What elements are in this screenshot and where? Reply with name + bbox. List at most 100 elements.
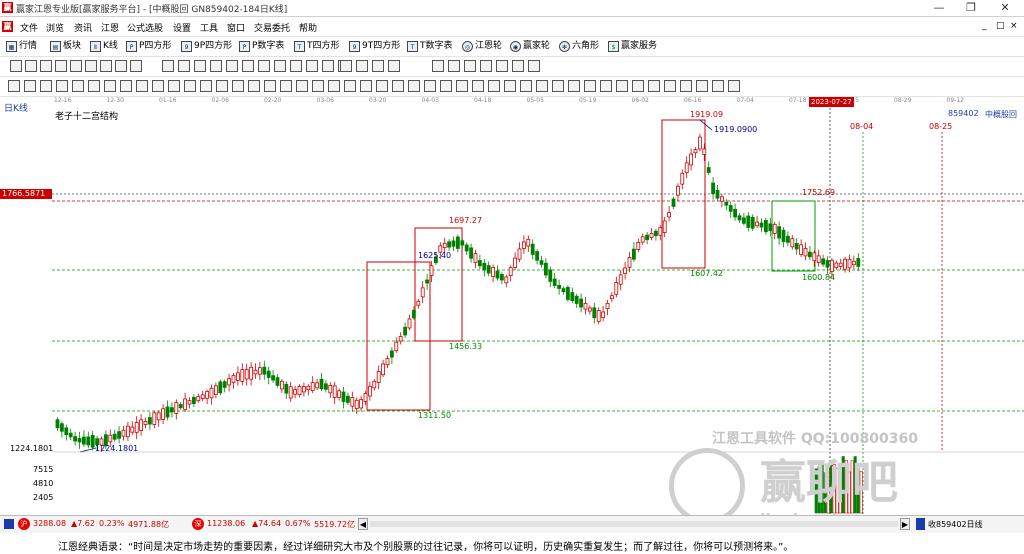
line-tool-15-icon[interactable] (232, 80, 244, 92)
menu-tools[interactable]: 工具 (200, 21, 218, 34)
line-tool-38-icon[interactable] (600, 80, 612, 92)
line-tool-46-icon[interactable] (728, 80, 740, 92)
toolbar-9t-square-button[interactable]: 9 9T四方形 (349, 39, 400, 54)
line-tool-42-icon[interactable] (664, 80, 676, 92)
line-tool-18-icon[interactable] (280, 80, 292, 92)
line-tool-45-icon[interactable] (712, 80, 724, 92)
nav-9-icon[interactable] (290, 60, 302, 72)
draw-2-icon[interactable] (356, 60, 368, 72)
line-tool-41-icon[interactable] (648, 80, 660, 92)
menu-browse[interactable]: 浏览 (46, 21, 64, 34)
line-tool-24-icon[interactable] (376, 80, 388, 92)
line-tool-11-icon[interactable] (168, 80, 180, 92)
draw-4-icon[interactable] (388, 60, 400, 72)
scroll-right-button[interactable]: ▶ (900, 518, 910, 530)
tool-8-icon[interactable] (115, 60, 127, 72)
menu-window[interactable]: 窗口 (227, 21, 245, 34)
maximize-button[interactable]: ❐ (956, 0, 986, 16)
line-tool-12-icon[interactable] (184, 80, 196, 92)
line-tool-37-icon[interactable] (584, 80, 596, 92)
menu-trade[interactable]: 交易委托 (254, 21, 290, 34)
toolbar-winner-wheel-button[interactable]: ◉ 赢家轮 (510, 39, 550, 54)
toolbar-gann-wheel-button[interactable]: ◎ 江恩轮 (462, 39, 502, 54)
line-tool-10-icon[interactable] (152, 80, 164, 92)
nav-7-icon[interactable] (258, 60, 270, 72)
sz-index-value[interactable]: 11238.06 (207, 519, 245, 528)
draw-3-icon[interactable] (372, 60, 384, 72)
menu-help[interactable]: 帮助 (299, 21, 317, 34)
line-tool-20-icon[interactable] (312, 80, 324, 92)
tool-2-icon[interactable] (25, 60, 37, 72)
sh-index-value[interactable]: 3288.08 (33, 519, 66, 528)
toolbar-t-square-button[interactable]: T T四方形 (294, 39, 340, 54)
toolbar-p-table-button[interactable]: P P数字表 (239, 39, 284, 54)
view-3-icon[interactable] (464, 60, 476, 72)
line-tool-23-icon[interactable] (360, 80, 372, 92)
tool-3-icon[interactable] (40, 60, 52, 72)
line-tool-32-icon[interactable] (504, 80, 516, 92)
line-tool-17-icon[interactable] (264, 80, 276, 92)
line-tool-31-icon[interactable] (488, 80, 500, 92)
nav-3-icon[interactable] (194, 60, 206, 72)
draw-1-icon[interactable] (340, 60, 352, 72)
minimize-button[interactable]: — (924, 0, 954, 16)
line-tool-5-icon[interactable] (72, 80, 84, 92)
tool-1-icon[interactable] (10, 60, 22, 72)
line-tool-26-icon[interactable] (408, 80, 420, 92)
line-tool-21-icon[interactable] (328, 80, 340, 92)
line-tool-3-icon[interactable] (40, 80, 52, 92)
line-tool-2-icon[interactable] (24, 80, 36, 92)
line-tool-1-icon[interactable] (8, 80, 20, 92)
view-4-icon[interactable] (480, 60, 492, 72)
menu-info[interactable]: 资讯 (74, 21, 92, 34)
price-cursor-marker[interactable]: 1766.5871 (0, 189, 52, 199)
line-tool-36-icon[interactable] (568, 80, 580, 92)
view-7-icon[interactable] (528, 60, 540, 72)
nav-11-icon[interactable] (322, 60, 334, 72)
line-tool-19-icon[interactable] (296, 80, 308, 92)
view-1-icon[interactable] (432, 60, 444, 72)
tool-9-icon[interactable] (130, 60, 142, 72)
nav-1-icon[interactable] (162, 60, 174, 72)
line-tool-34-icon[interactable] (536, 80, 548, 92)
line-tool-28-icon[interactable] (440, 80, 452, 92)
line-tool-13-icon[interactable] (200, 80, 212, 92)
tool-6-icon[interactable] (85, 60, 97, 72)
view-6-icon[interactable] (512, 60, 524, 72)
line-tool-43-icon[interactable] (680, 80, 692, 92)
line-tool-30-icon[interactable] (472, 80, 484, 92)
nav-10-icon[interactable] (306, 60, 318, 72)
menu-file[interactable]: 文件 (20, 21, 38, 34)
line-tool-7-icon[interactable] (104, 80, 116, 92)
line-tool-29-icon[interactable] (456, 80, 468, 92)
toolbar-9p-square-button[interactable]: 9 9P四方形 (181, 39, 232, 54)
line-tool-40-icon[interactable] (632, 80, 644, 92)
line-tool-6-icon[interactable] (88, 80, 100, 92)
grid-icon[interactable] (4, 519, 14, 529)
toolbar-t-table-button[interactable]: T T数字表 (407, 39, 453, 54)
toolbar-service-button[interactable]: $ 赢家服务 (608, 39, 657, 54)
line-tool-4-icon[interactable] (56, 80, 68, 92)
toolbar-sector-button[interactable]: ▤ 板块 (50, 39, 81, 54)
nav-8-icon[interactable] (274, 60, 286, 72)
line-tool-9-icon[interactable] (136, 80, 148, 92)
close-button[interactable]: ✕ (990, 0, 1020, 16)
toolbar-p-square-button[interactable]: P P四方形 (126, 39, 171, 54)
toolbar-hexagon-button[interactable]: ✻ 六角形 (559, 39, 599, 54)
scrollbar-track[interactable] (370, 521, 898, 527)
scroll-left-button[interactable]: ◀ (358, 518, 368, 530)
view-5-icon[interactable] (496, 60, 508, 72)
nav-6-icon[interactable] (242, 60, 254, 72)
nav-5-icon[interactable] (226, 60, 238, 72)
line-tool-8-icon[interactable] (120, 80, 132, 92)
line-tool-14-icon[interactable] (216, 80, 228, 92)
nav-2-icon[interactable] (178, 60, 190, 72)
view-2-icon[interactable] (448, 60, 460, 72)
line-tool-27-icon[interactable] (424, 80, 436, 92)
line-tool-33-icon[interactable] (520, 80, 532, 92)
mdi-close-button[interactable]: × (1010, 21, 1018, 31)
line-tool-22-icon[interactable] (344, 80, 356, 92)
tool-5-icon[interactable] (70, 60, 82, 72)
toolbar-market-button[interactable]: ▦ 行情 (6, 39, 37, 54)
mdi-restore-button[interactable]: □ (996, 21, 1005, 31)
